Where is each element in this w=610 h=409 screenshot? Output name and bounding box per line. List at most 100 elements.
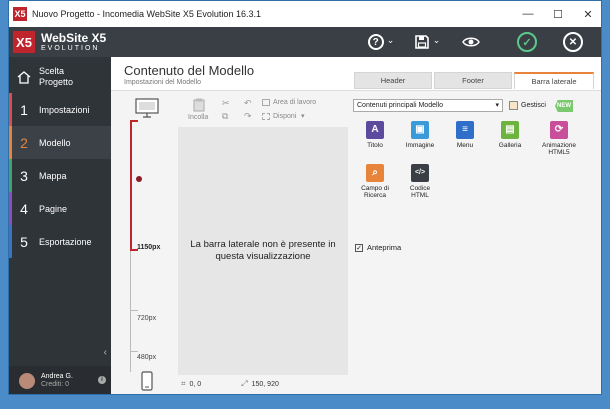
mobile-icon: [141, 371, 153, 391]
redo-icon[interactable]: ↷: [244, 111, 252, 122]
app-icon: X5: [13, 7, 27, 21]
user-credits: Crediti: 0: [41, 381, 70, 388]
help-icon: ?: [367, 34, 384, 50]
sidebar-item-pagine[interactable]: 4 Pagine: [9, 192, 111, 225]
object-label: Codice HTML: [409, 185, 431, 200]
content-area: 1150px 720px 480px Incolla ✂ ⧉ ↶ ↷ Area …: [111, 90, 601, 394]
avatar: [19, 373, 35, 389]
breakpoint-track: [130, 250, 131, 372]
object-label: Animazione HTML5: [542, 142, 576, 157]
sidebar-item-label: Esportazione: [39, 236, 92, 247]
confirm-button[interactable]: ✓: [515, 30, 539, 54]
copy-icon[interactable]: ⧉: [222, 111, 228, 122]
user-name: Andrea G.: [41, 372, 73, 380]
tab-barra-laterale[interactable]: Barra laterale: [514, 72, 594, 89]
nav-indicator: [9, 192, 12, 225]
sidebar-item-number: 4: [20, 200, 28, 217]
chevron-down-icon: ▾: [301, 113, 305, 120]
breakpoint-tick: [130, 351, 138, 352]
save-button[interactable]: ⌄: [410, 30, 444, 54]
maximize-button[interactable]: ☐: [543, 1, 573, 27]
workspace-button[interactable]: Area di lavoro: [273, 99, 316, 106]
sidebar-item-number: 1: [20, 101, 28, 118]
object-titolo[interactable]: A Titolo: [356, 121, 394, 149]
position-icon: ⌗: [181, 379, 186, 388]
edit-toolbar: Incolla ✂ ⧉ ↶ ↷ Area di lavoro Disponi ▾: [178, 96, 348, 126]
close-icon: ✕: [563, 32, 583, 52]
sidebar-item-label: Scelta Progetto: [39, 65, 74, 87]
home-icon: [17, 70, 31, 84]
object-immagine[interactable]: ▣ Immagine: [401, 121, 439, 149]
size-icon: ⤢: [241, 379, 248, 388]
undo-icon[interactable]: ↶: [244, 98, 252, 109]
desktop-icon: [135, 98, 159, 118]
user-panel[interactable]: Andrea G. Crediti: 0 i: [9, 366, 111, 394]
sidebar-item-impostazioni[interactable]: 1 Impostazioni: [9, 93, 111, 126]
sidebar-item-modello[interactable]: 2 Modello: [9, 126, 111, 159]
logo-mark: X5: [13, 31, 35, 53]
sidebar-item-label: Mappa: [39, 170, 67, 181]
objects-panel: Contenuti principali Modello ▾ Gestisci …: [353, 96, 598, 394]
object-label: Titolo: [367, 142, 383, 149]
exit-button[interactable]: ✕: [561, 30, 585, 54]
object-menu[interactable]: ≡ Menu: [446, 121, 484, 149]
chevron-down-icon: ⌄: [386, 34, 395, 45]
preview-button[interactable]: [458, 30, 484, 54]
paste-button[interactable]: Incolla: [188, 114, 208, 121]
sidebar-item-esportazione[interactable]: 5 Esportazione: [9, 225, 111, 258]
search-icon: ⌕: [366, 164, 384, 182]
object-galleria[interactable]: ▤ Galleria: [491, 121, 529, 149]
logo-subtitle: EVOLUTION: [41, 45, 100, 52]
breakpoint-handle[interactable]: [136, 176, 142, 182]
minimize-button[interactable]: —: [513, 1, 543, 27]
app-header: X5 WebSite X5 EVOLUTION ? ⌄ ⌄ ✓ ✕: [9, 27, 601, 57]
manage-label: Gestisci: [521, 102, 546, 109]
code-icon: </>: [411, 164, 429, 182]
manage-icon: [509, 101, 518, 110]
paste-icon: [193, 98, 205, 112]
check-icon: ✓: [517, 32, 537, 52]
arrange-icon: [262, 113, 270, 120]
workspace-icon: [262, 99, 270, 106]
object-campo-di-ricerca[interactable]: ⌕ Campo di Ricerca: [356, 164, 394, 200]
main-panel: Contenuto del Modello Impostazioni del M…: [111, 57, 601, 394]
object-animazione-html5[interactable]: ⟳ Animazione HTML5: [537, 121, 581, 157]
coordinates-bar: ⌗ 0, 0 ⤢ 150, 920: [178, 377, 348, 391]
preview-toggle[interactable]: ✓ Anteprima: [355, 243, 401, 252]
object-label: Galleria: [498, 142, 522, 149]
new-badge: NEW: [555, 100, 573, 112]
tab-header[interactable]: Header: [354, 72, 432, 89]
preview-label: Anteprima: [367, 243, 402, 252]
manage-button[interactable]: Gestisci: [509, 99, 546, 112]
object-label: Campo di Ricerca: [361, 185, 389, 200]
arrange-button[interactable]: Disponi: [273, 113, 296, 120]
info-icon[interactable]: i: [98, 376, 106, 384]
logo-title: WebSite X5: [41, 31, 107, 45]
select-value: Contenuti principali Modello: [357, 102, 443, 109]
object-label: Menu: [456, 142, 474, 149]
cut-icon[interactable]: ✂: [222, 98, 230, 109]
nav-indicator: [9, 126, 12, 159]
sidebar-item-number: 3: [20, 167, 28, 184]
collapse-sidebar-button[interactable]: ‹: [104, 347, 107, 358]
help-button[interactable]: ? ⌄: [364, 30, 398, 54]
sidebar-item-mappa[interactable]: 3 Mappa: [9, 159, 111, 192]
tab-footer[interactable]: Footer: [434, 72, 512, 89]
sidebar-item-scelta-progetto[interactable]: Scelta Progetto: [9, 60, 111, 93]
sidebar-item-number: 5: [20, 233, 28, 250]
menu-icon: ≡: [456, 121, 474, 139]
object-codice-html[interactable]: </> Codice HTML: [401, 164, 439, 200]
animation-icon: ⟳: [550, 121, 568, 139]
sidebar-item-label: Modello: [39, 137, 71, 148]
breakpoint-track: [130, 120, 132, 250]
breakpoint-label-720[interactable]: 720px: [137, 315, 156, 322]
canvas-message: La barra laterale non è presente in ques…: [190, 238, 336, 262]
size-value: 150, 920: [251, 380, 279, 388]
preview-checkbox[interactable]: ✓: [355, 243, 363, 252]
object-category-select[interactable]: Contenuti principali Modello ▾: [353, 99, 503, 112]
close-window-button[interactable]: ✕: [573, 1, 601, 27]
breakpoint-label-480[interactable]: 480px: [137, 354, 156, 361]
breakpoint-label-1150[interactable]: 1150px: [137, 244, 160, 251]
sidebar-canvas[interactable]: La barra laterale non è presente in ques…: [178, 127, 348, 375]
page-subtitle: Impostazioni del Modello: [124, 79, 202, 86]
